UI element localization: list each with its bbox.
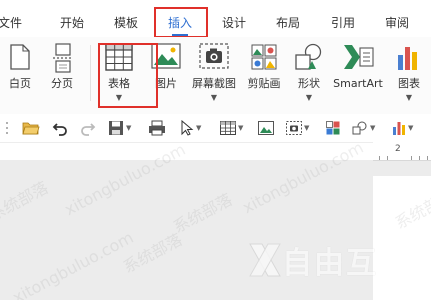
- smartart-icon: [342, 43, 374, 75]
- screenshot-dropdown-arrow-icon[interactable]: ▼: [211, 94, 217, 102]
- blank-page-button[interactable]: 白页: [2, 37, 38, 107]
- page-break-button[interactable]: 分页: [46, 37, 78, 107]
- picture-button[interactable]: 图片: [148, 37, 184, 107]
- ruler-tick: [419, 156, 420, 160]
- ribbon-separator: [90, 45, 91, 101]
- tab-design[interactable]: 设计: [222, 13, 246, 33]
- table-button[interactable]: 表格 ▼: [100, 37, 138, 107]
- shapes-label: 形状: [298, 77, 320, 90]
- quick-access-toolbar: ▼ ▼ ▼ ▼ ▼ ▼: [0, 114, 431, 143]
- save-dropdown-arrow-icon[interactable]: ▼: [126, 124, 131, 132]
- picture-icon: [151, 43, 181, 73]
- insert-shapes-dropdown-arrow-icon[interactable]: ▼: [370, 124, 375, 132]
- menu-tab-bar: 文件 开始 模板 插入 设计 布局 引用 审阅: [0, 0, 431, 37]
- horizontal-ruler[interactable]: 2: [373, 142, 431, 161]
- undo-icon[interactable]: [52, 119, 68, 137]
- smartart-label: SmartArt: [333, 77, 383, 90]
- insert-table-dropdown-arrow-icon[interactable]: ▼: [238, 124, 243, 132]
- blank-page-icon: [9, 43, 31, 75]
- table-label: 表格: [108, 77, 130, 90]
- insert-table-icon[interactable]: ▼: [220, 119, 243, 137]
- chart-icon: [396, 43, 422, 75]
- clipart-button[interactable]: 剪贴画: [244, 37, 284, 107]
- word-processor-window: 文件 开始 模板 插入 设计 布局 引用 审阅 白页 分页 表格 ▼ 图片 屏幕…: [0, 0, 431, 300]
- ruler-number: 2: [395, 144, 401, 154]
- tab-review[interactable]: 审阅: [385, 13, 409, 33]
- ruler-tick: [427, 156, 428, 160]
- chart-dropdown-arrow-icon[interactable]: ▼: [406, 94, 412, 102]
- redo-icon[interactable]: [80, 119, 96, 137]
- insert-screenshot-icon[interactable]: ▼: [286, 119, 309, 137]
- clipart-label: 剪贴画: [247, 77, 281, 90]
- chart-button[interactable]: 图表 ▼: [392, 37, 426, 107]
- insert-ribbon: 白页 分页 表格 ▼ 图片 屏幕截图 ▼ 剪贴画 形状 ▼ SmartArt 图…: [0, 37, 431, 114]
- document-workspace: [0, 160, 431, 300]
- document-page[interactable]: [373, 176, 431, 300]
- page-break-icon: [50, 43, 74, 77]
- ruler-tick: [411, 156, 412, 160]
- shapes-dropdown-arrow-icon[interactable]: ▼: [306, 94, 312, 102]
- insert-clipart-icon[interactable]: [326, 119, 340, 137]
- page-break-label: 分页: [51, 77, 73, 90]
- tab-file[interactable]: 文件: [0, 13, 22, 33]
- camera-icon: [199, 43, 229, 73]
- table-grid-icon: [105, 43, 133, 75]
- ruler-tick: [379, 156, 380, 160]
- clipart-icon: [250, 43, 278, 75]
- table-dropdown-arrow-icon[interactable]: ▼: [116, 94, 122, 102]
- select-cursor-icon[interactable]: ▼: [180, 119, 201, 137]
- blank-page-label: 白页: [9, 77, 31, 90]
- chart-label: 图表: [398, 77, 420, 90]
- ruler-tick: [387, 156, 388, 160]
- shapes-icon: [294, 43, 324, 75]
- picture-label: 图片: [155, 77, 177, 90]
- tab-layout[interactable]: 布局: [276, 13, 300, 33]
- print-icon[interactable]: [148, 119, 166, 137]
- open-folder-icon[interactable]: [22, 119, 40, 137]
- shapes-button[interactable]: 形状 ▼: [290, 37, 328, 107]
- tab-insert[interactable]: 插入: [168, 13, 192, 36]
- save-icon[interactable]: ▼: [108, 119, 131, 137]
- select-dropdown-arrow-icon[interactable]: ▼: [196, 124, 201, 132]
- insert-picture-icon[interactable]: [258, 119, 274, 137]
- toolbar-grip-icon: [4, 119, 10, 137]
- insert-shapes-icon[interactable]: ▼: [352, 119, 375, 137]
- insert-screenshot-dropdown-arrow-icon[interactable]: ▼: [304, 124, 309, 132]
- tab-home[interactable]: 开始: [60, 13, 84, 33]
- insert-chart-dropdown-arrow-icon[interactable]: ▼: [408, 124, 413, 132]
- screenshot-label: 屏幕截图: [192, 77, 236, 90]
- tab-references[interactable]: 引用: [331, 13, 355, 33]
- insert-chart-icon[interactable]: ▼: [392, 119, 413, 137]
- smartart-button[interactable]: SmartArt: [330, 37, 386, 107]
- screenshot-button[interactable]: 屏幕截图 ▼: [188, 37, 240, 107]
- tab-templates[interactable]: 模板: [114, 13, 138, 33]
